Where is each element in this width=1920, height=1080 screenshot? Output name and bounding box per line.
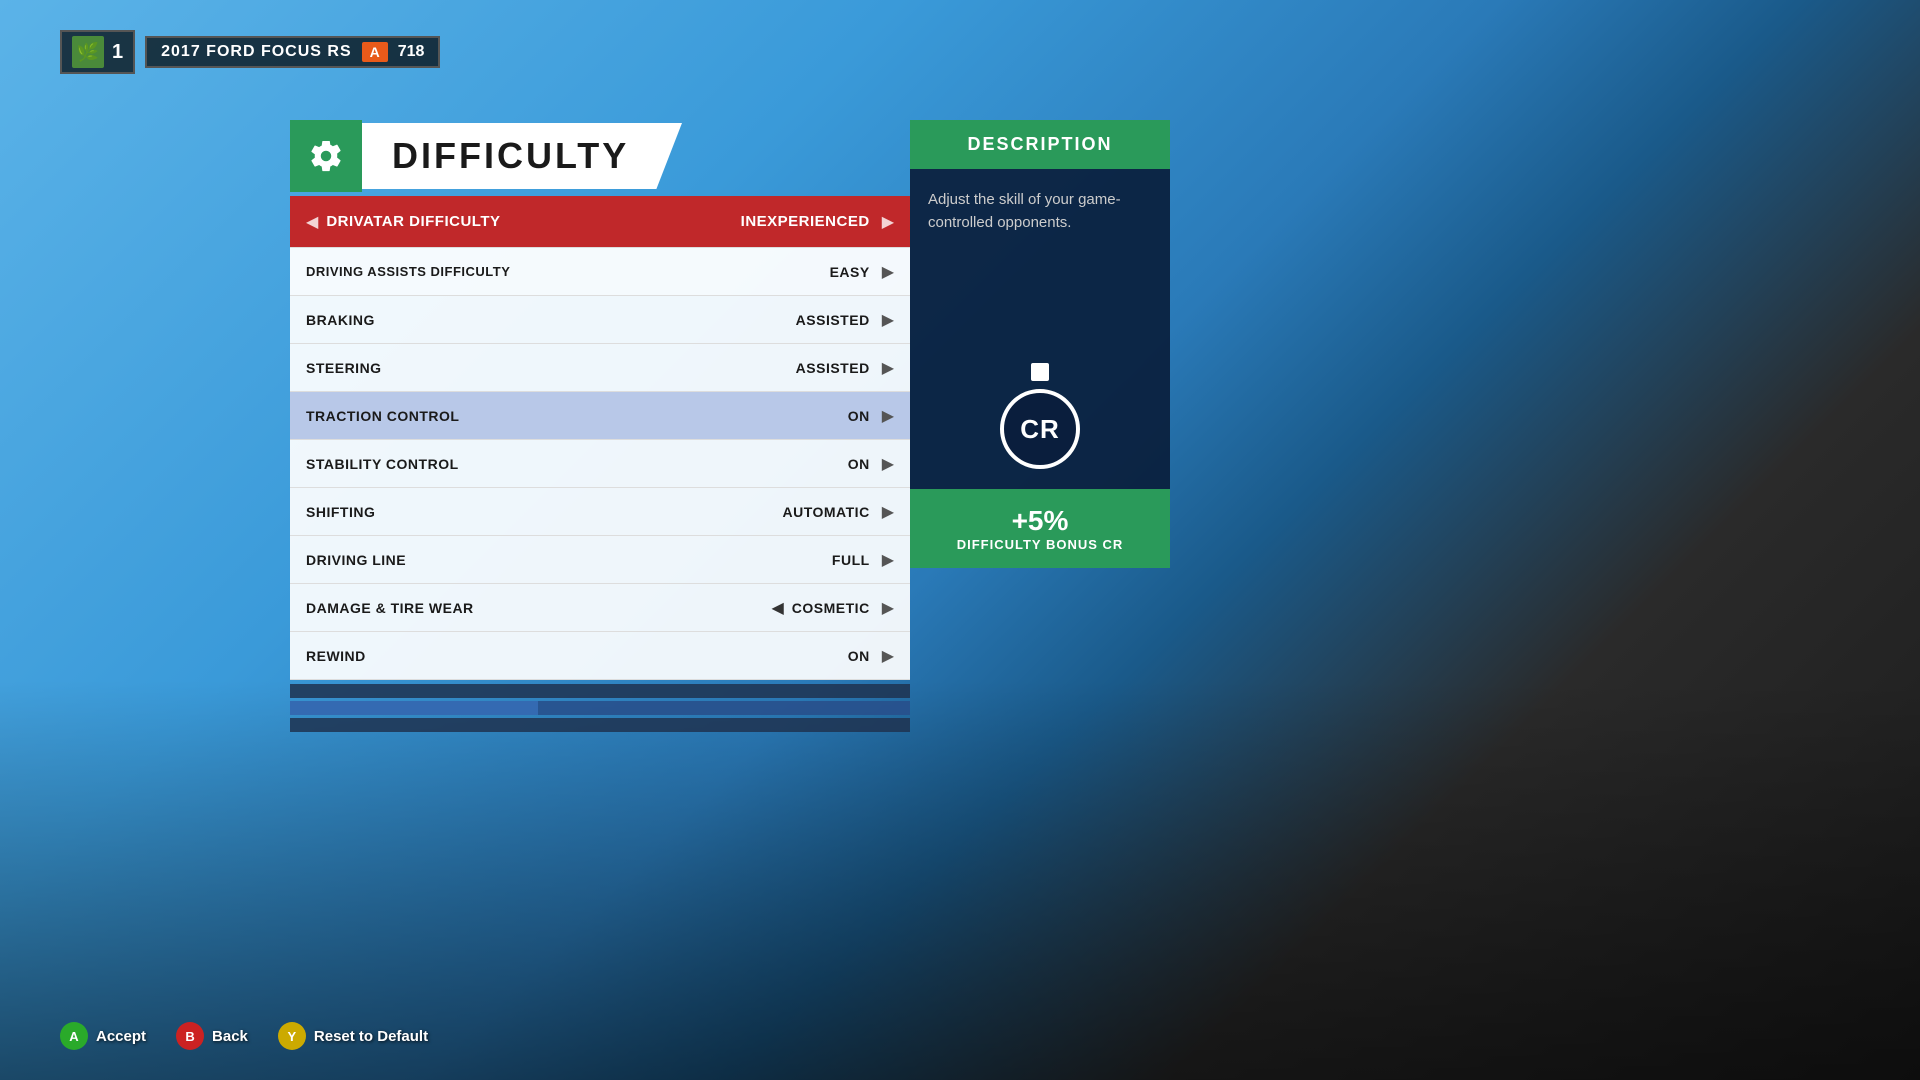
steering-label: STEERING <box>306 360 796 376</box>
drivatar-arrow-right[interactable]: ▶ <box>882 212 894 232</box>
description-panel: DESCRIPTION Adjust the skill of your gam… <box>910 120 1170 568</box>
car-class: A <box>362 42 388 62</box>
traction-control-label: TRACTION CONTROL <box>306 408 848 424</box>
braking-row[interactable]: BRAKING ASSISTED ▶ <box>290 296 910 344</box>
damage-tire-wear-arrow-right[interactable]: ▶ <box>882 598 894 618</box>
bottom-bar-inner <box>290 701 538 715</box>
stability-control-row[interactable]: STABILITY CONTROL ON ▶ <box>290 440 910 488</box>
damage-tire-wear-value: COSMETIC <box>792 600 870 616</box>
cr-badge: CR <box>1000 389 1080 469</box>
gear-icon <box>308 138 344 174</box>
back-button[interactable]: B Back <box>176 1022 248 1050</box>
shifting-value: AUTOMATIC <box>782 504 869 520</box>
car-badge: 2017 FORD FOCUS RS A 718 <box>145 36 440 68</box>
shifting-arrow[interactable]: ▶ <box>882 502 894 522</box>
drivatar-arrow-left[interactable]: ◀ <box>306 212 318 232</box>
difficulty-title: DIFFICULTY <box>392 135 652 177</box>
traction-control-value: ON <box>848 408 870 424</box>
rewind-arrow[interactable]: ▶ <box>882 646 894 666</box>
y-button-icon: Y <box>278 1022 306 1050</box>
description-header: DESCRIPTION <box>910 120 1170 169</box>
bottom-controls: A Accept B Back Y Reset to Default <box>60 1022 428 1050</box>
player-icon: 🌿 <box>72 36 104 68</box>
back-label: Back <box>212 1028 248 1045</box>
damage-tire-wear-label: DAMAGE & TIRE WEAR <box>306 600 763 616</box>
shifting-label: SHIFTING <box>306 504 782 520</box>
steering-arrow[interactable]: ▶ <box>882 358 894 378</box>
driving-line-label: DRIVING LINE <box>306 552 832 568</box>
difficulty-title-box: DIFFICULTY <box>362 123 682 189</box>
braking-label: BRAKING <box>306 312 796 328</box>
damage-tire-wear-row[interactable]: DAMAGE & TIRE WEAR ◀ COSMETIC ▶ <box>290 584 910 632</box>
shifting-row[interactable]: SHIFTING AUTOMATIC ▶ <box>290 488 910 536</box>
bottom-bar-2 <box>290 701 910 715</box>
driving-line-value: FULL <box>832 552 870 568</box>
drivatar-value: INEXPERIENCED <box>741 213 870 230</box>
driving-assists-label: DRIVING ASSISTS DIFFICULTY <box>306 264 830 279</box>
accept-button[interactable]: A Accept <box>60 1022 146 1050</box>
damage-tire-wear-arrow-left[interactable]: ◀ <box>771 598 783 618</box>
driving-line-arrow[interactable]: ▶ <box>882 550 894 570</box>
driving-assists-value: EASY <box>830 264 870 280</box>
difficulty-icon-box <box>290 120 362 192</box>
braking-value: ASSISTED <box>796 312 870 328</box>
b-button-icon: B <box>176 1022 204 1050</box>
cr-badge-container: CR <box>1000 363 1080 469</box>
bottom-bars <box>290 684 910 732</box>
car-name: 2017 FORD FOCUS RS <box>161 43 351 61</box>
accept-label: Accept <box>96 1028 146 1045</box>
player-badge: 🌿 1 <box>60 30 135 74</box>
traction-control-row[interactable]: TRACTION CONTROL ON ▶ <box>290 392 910 440</box>
drivatar-difficulty-row[interactable]: ◀ DRIVATAR DIFFICULTY INEXPERIENCED ▶ <box>290 196 910 248</box>
cr-badge-top-indicator <box>1031 363 1049 381</box>
reset-label: Reset to Default <box>314 1028 428 1045</box>
stability-control-label: STABILITY CONTROL <box>306 456 848 472</box>
description-body: Adjust the skill of your game-controlled… <box>910 169 1170 489</box>
bonus-label: DIFFICULTY BONUS CR <box>920 537 1160 552</box>
traction-control-arrow[interactable]: ▶ <box>882 406 894 426</box>
reset-button[interactable]: Y Reset to Default <box>278 1022 428 1050</box>
steering-row[interactable]: STEERING ASSISTED ▶ <box>290 344 910 392</box>
driving-assists-arrow[interactable]: ▶ <box>882 262 894 282</box>
description-title: DESCRIPTION <box>930 134 1150 155</box>
hud: 🌿 1 2017 FORD FOCUS RS A 718 <box>60 30 440 74</box>
stability-control-arrow[interactable]: ▶ <box>882 454 894 474</box>
rewind-value: ON <box>848 648 870 664</box>
drivatar-label: DRIVATAR DIFFICULTY <box>326 213 740 230</box>
driving-line-row[interactable]: DRIVING LINE FULL ▶ <box>290 536 910 584</box>
stability-control-value: ON <box>848 456 870 472</box>
driving-assists-row[interactable]: DRIVING ASSISTS DIFFICULTY EASY ▶ <box>290 248 910 296</box>
steering-value: ASSISTED <box>796 360 870 376</box>
rewind-label: REWIND <box>306 648 848 664</box>
description-text: Adjust the skill of your game-controlled… <box>928 189 1152 234</box>
bonus-percent: +5% <box>920 505 1160 537</box>
braking-arrow[interactable]: ▶ <box>882 310 894 330</box>
bonus-footer: +5% DIFFICULTY BONUS CR <box>910 489 1170 568</box>
car-pi: 718 <box>398 43 425 61</box>
settings-list: ◀ DRIVATAR DIFFICULTY INEXPERIENCED ▶ DR… <box>290 196 910 732</box>
a-button-icon: A <box>60 1022 88 1050</box>
player-number: 1 <box>112 41 123 64</box>
bottom-bar-3 <box>290 718 910 732</box>
bottom-bar-1 <box>290 684 910 698</box>
rewind-row[interactable]: REWIND ON ▶ <box>290 632 910 680</box>
